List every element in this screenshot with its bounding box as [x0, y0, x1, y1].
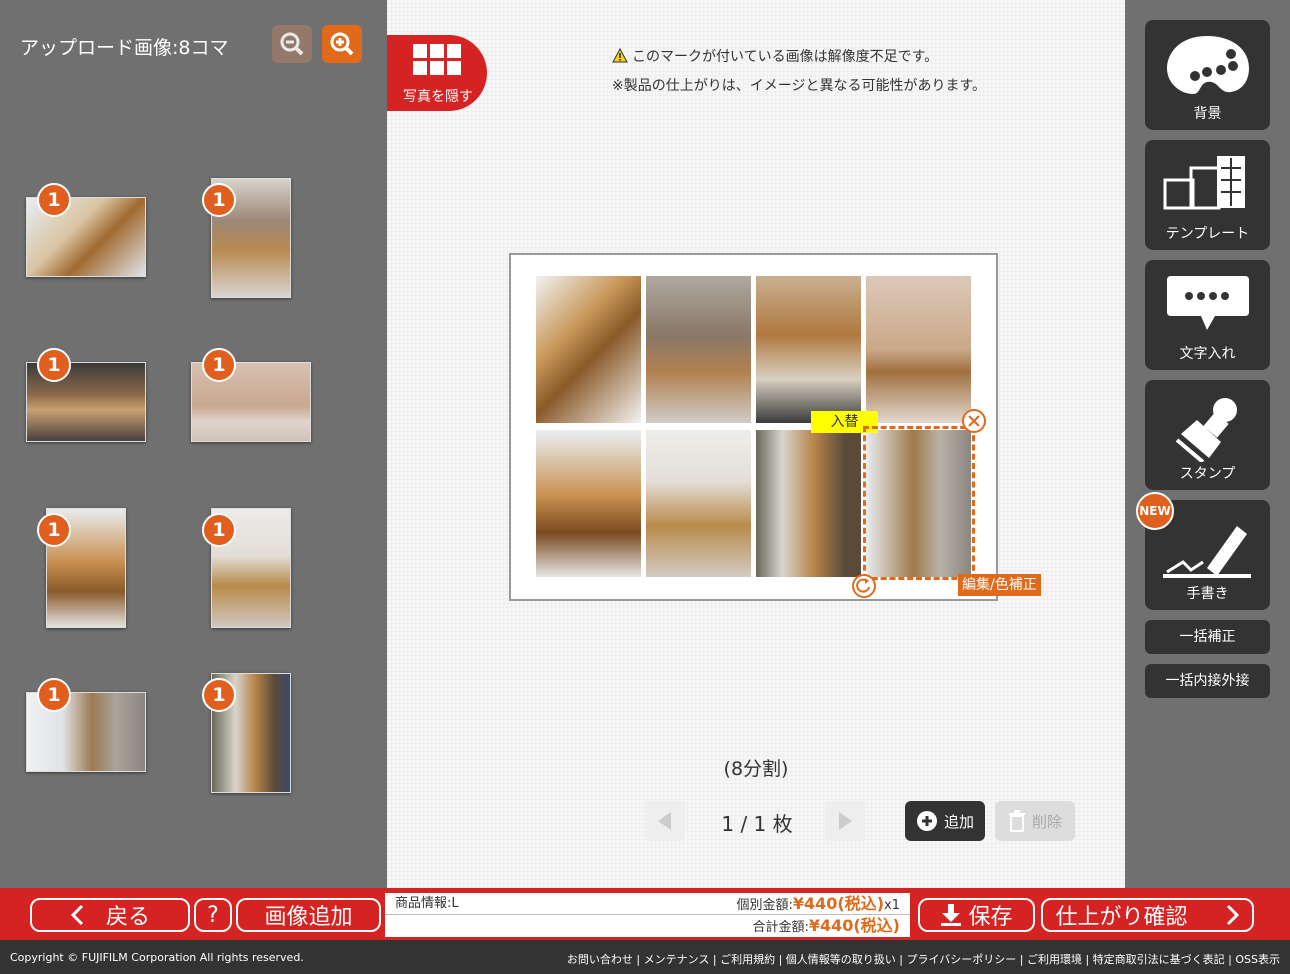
- new-badge: NEW: [1136, 492, 1174, 530]
- prev-page-button[interactable]: [645, 801, 685, 841]
- usage-count-badge: 1: [202, 348, 236, 382]
- plus-circle-icon: [916, 811, 937, 831]
- chevron-left-icon: [70, 904, 84, 926]
- page-indicator: 1 / 1 枚: [721, 812, 793, 836]
- product-info: 商品情報:L: [395, 896, 459, 911]
- zoom-out-button[interactable]: [272, 25, 312, 63]
- save-button[interactable]: 保存: [918, 898, 1035, 932]
- speech-bubble-icon: [1167, 276, 1249, 330]
- next-page-button[interactable]: [825, 801, 865, 841]
- selected-cell-outline: [863, 426, 975, 580]
- add-page-button[interactable]: 追加: [905, 801, 985, 841]
- add-image-button[interactable]: 画像追加: [236, 898, 381, 932]
- stamp-icon: [1175, 398, 1237, 462]
- close-icon: [968, 415, 980, 427]
- usage-count-badge: 1: [37, 183, 71, 217]
- footer-links[interactable]: お問い合わせ | メンテナンス | ご利用規約 | 個人情報等の取り扱い | プ…: [567, 951, 1280, 967]
- stamp-tool-button[interactable]: スタンプ: [1145, 380, 1270, 490]
- unit-price-label: 個別金額:: [736, 898, 793, 913]
- tools-panel: 背景 テンプレート 文字入れ スタンプ 手書き 一括補正 一括内接外接: [1125, 0, 1290, 888]
- template-tool-button[interactable]: テンプレート: [1145, 140, 1270, 250]
- photo-cell-1[interactable]: [536, 276, 641, 423]
- grid-icon: [413, 44, 461, 76]
- split-label: (8分割): [723, 758, 789, 780]
- zoom-in-button[interactable]: [322, 25, 362, 63]
- total-price-label: 合計金額:: [752, 920, 809, 935]
- usage-count-badge: 1: [37, 348, 71, 382]
- usage-count-badge: 1: [202, 183, 236, 217]
- resolution-notice: このマークが付いている画像は解像度不足です。: [612, 46, 938, 66]
- product-info-box: 商品情報:L 個別金額:¥440(税込)x1 合計金額:¥440(税込): [385, 893, 910, 937]
- copyright: Copyright © FUJIFILM Corporation All rig…: [10, 951, 304, 964]
- photo-cell-7[interactable]: [756, 430, 861, 577]
- background-tool-button[interactable]: 背景: [1145, 20, 1270, 130]
- usage-count-badge: 1: [37, 678, 71, 712]
- back-button[interactable]: 戻る: [30, 898, 190, 932]
- photo-cell-4[interactable]: [866, 276, 971, 423]
- edit-color-correct-button[interactable]: 編集/色補正: [958, 574, 1041, 596]
- rotate-photo-button[interactable]: [852, 574, 876, 598]
- usage-count-badge: 1: [37, 513, 71, 547]
- editor-area: 写真を隠す このマークが付いている画像は解像度不足です。 ※製品の仕上がりは、イ…: [387, 0, 1125, 888]
- photo-cell-3[interactable]: [756, 276, 861, 423]
- hide-photos-label: 写真を隠す: [403, 89, 473, 105]
- trash-icon: [1008, 810, 1025, 832]
- confirm-finish-button[interactable]: 仕上がり確認: [1041, 898, 1254, 932]
- uploaded-count-title: アップロード画像:8コマ: [20, 37, 229, 59]
- usage-count-badge: 1: [202, 513, 236, 547]
- pen-icon: [1163, 526, 1251, 578]
- warning-icon: [612, 48, 628, 63]
- bottom-bar: 戻る ? 画像追加 商品情報:L 個別金額:¥440(税込)x1 合計金額:¥4…: [0, 888, 1290, 940]
- uploaded-images-panel: アップロード画像:8コマ 1 1 1 1 1 1 1 1: [0, 0, 387, 888]
- template-icon: [1163, 156, 1245, 210]
- unit-price: ¥440(税込): [792, 894, 885, 913]
- download-icon: [941, 904, 962, 926]
- triangle-right-icon: [839, 812, 852, 830]
- bulk-fit-button[interactable]: 一括内接外接: [1145, 664, 1270, 698]
- total-price: ¥440(税込): [808, 916, 900, 935]
- help-button[interactable]: ?: [194, 898, 232, 932]
- text-tool-button[interactable]: 文字入れ: [1145, 260, 1270, 370]
- rotate-icon: [856, 578, 870, 593]
- chevron-right-icon: [1226, 904, 1239, 926]
- photo-cell-2[interactable]: [646, 276, 751, 423]
- usage-count-badge: 1: [202, 678, 236, 712]
- delete-page-button[interactable]: 削除: [995, 801, 1075, 841]
- zoom-out-icon: [280, 32, 304, 56]
- bulk-correct-button[interactable]: 一括補正: [1145, 620, 1270, 654]
- remove-photo-button[interactable]: [962, 409, 986, 433]
- triangle-left-icon: [658, 812, 671, 830]
- photo-cell-5[interactable]: [536, 430, 641, 577]
- hide-photos-button[interactable]: 写真を隠す: [387, 35, 487, 111]
- palette-icon: [1167, 36, 1249, 94]
- zoom-in-icon: [330, 32, 354, 56]
- quantity: x1: [884, 898, 900, 913]
- photo-cell-6[interactable]: [646, 430, 751, 577]
- footer: Copyright © FUJIFILM Corporation All rig…: [0, 940, 1290, 974]
- product-notice: ※製品の仕上がりは、イメージと異なる可能性があります。: [612, 78, 987, 94]
